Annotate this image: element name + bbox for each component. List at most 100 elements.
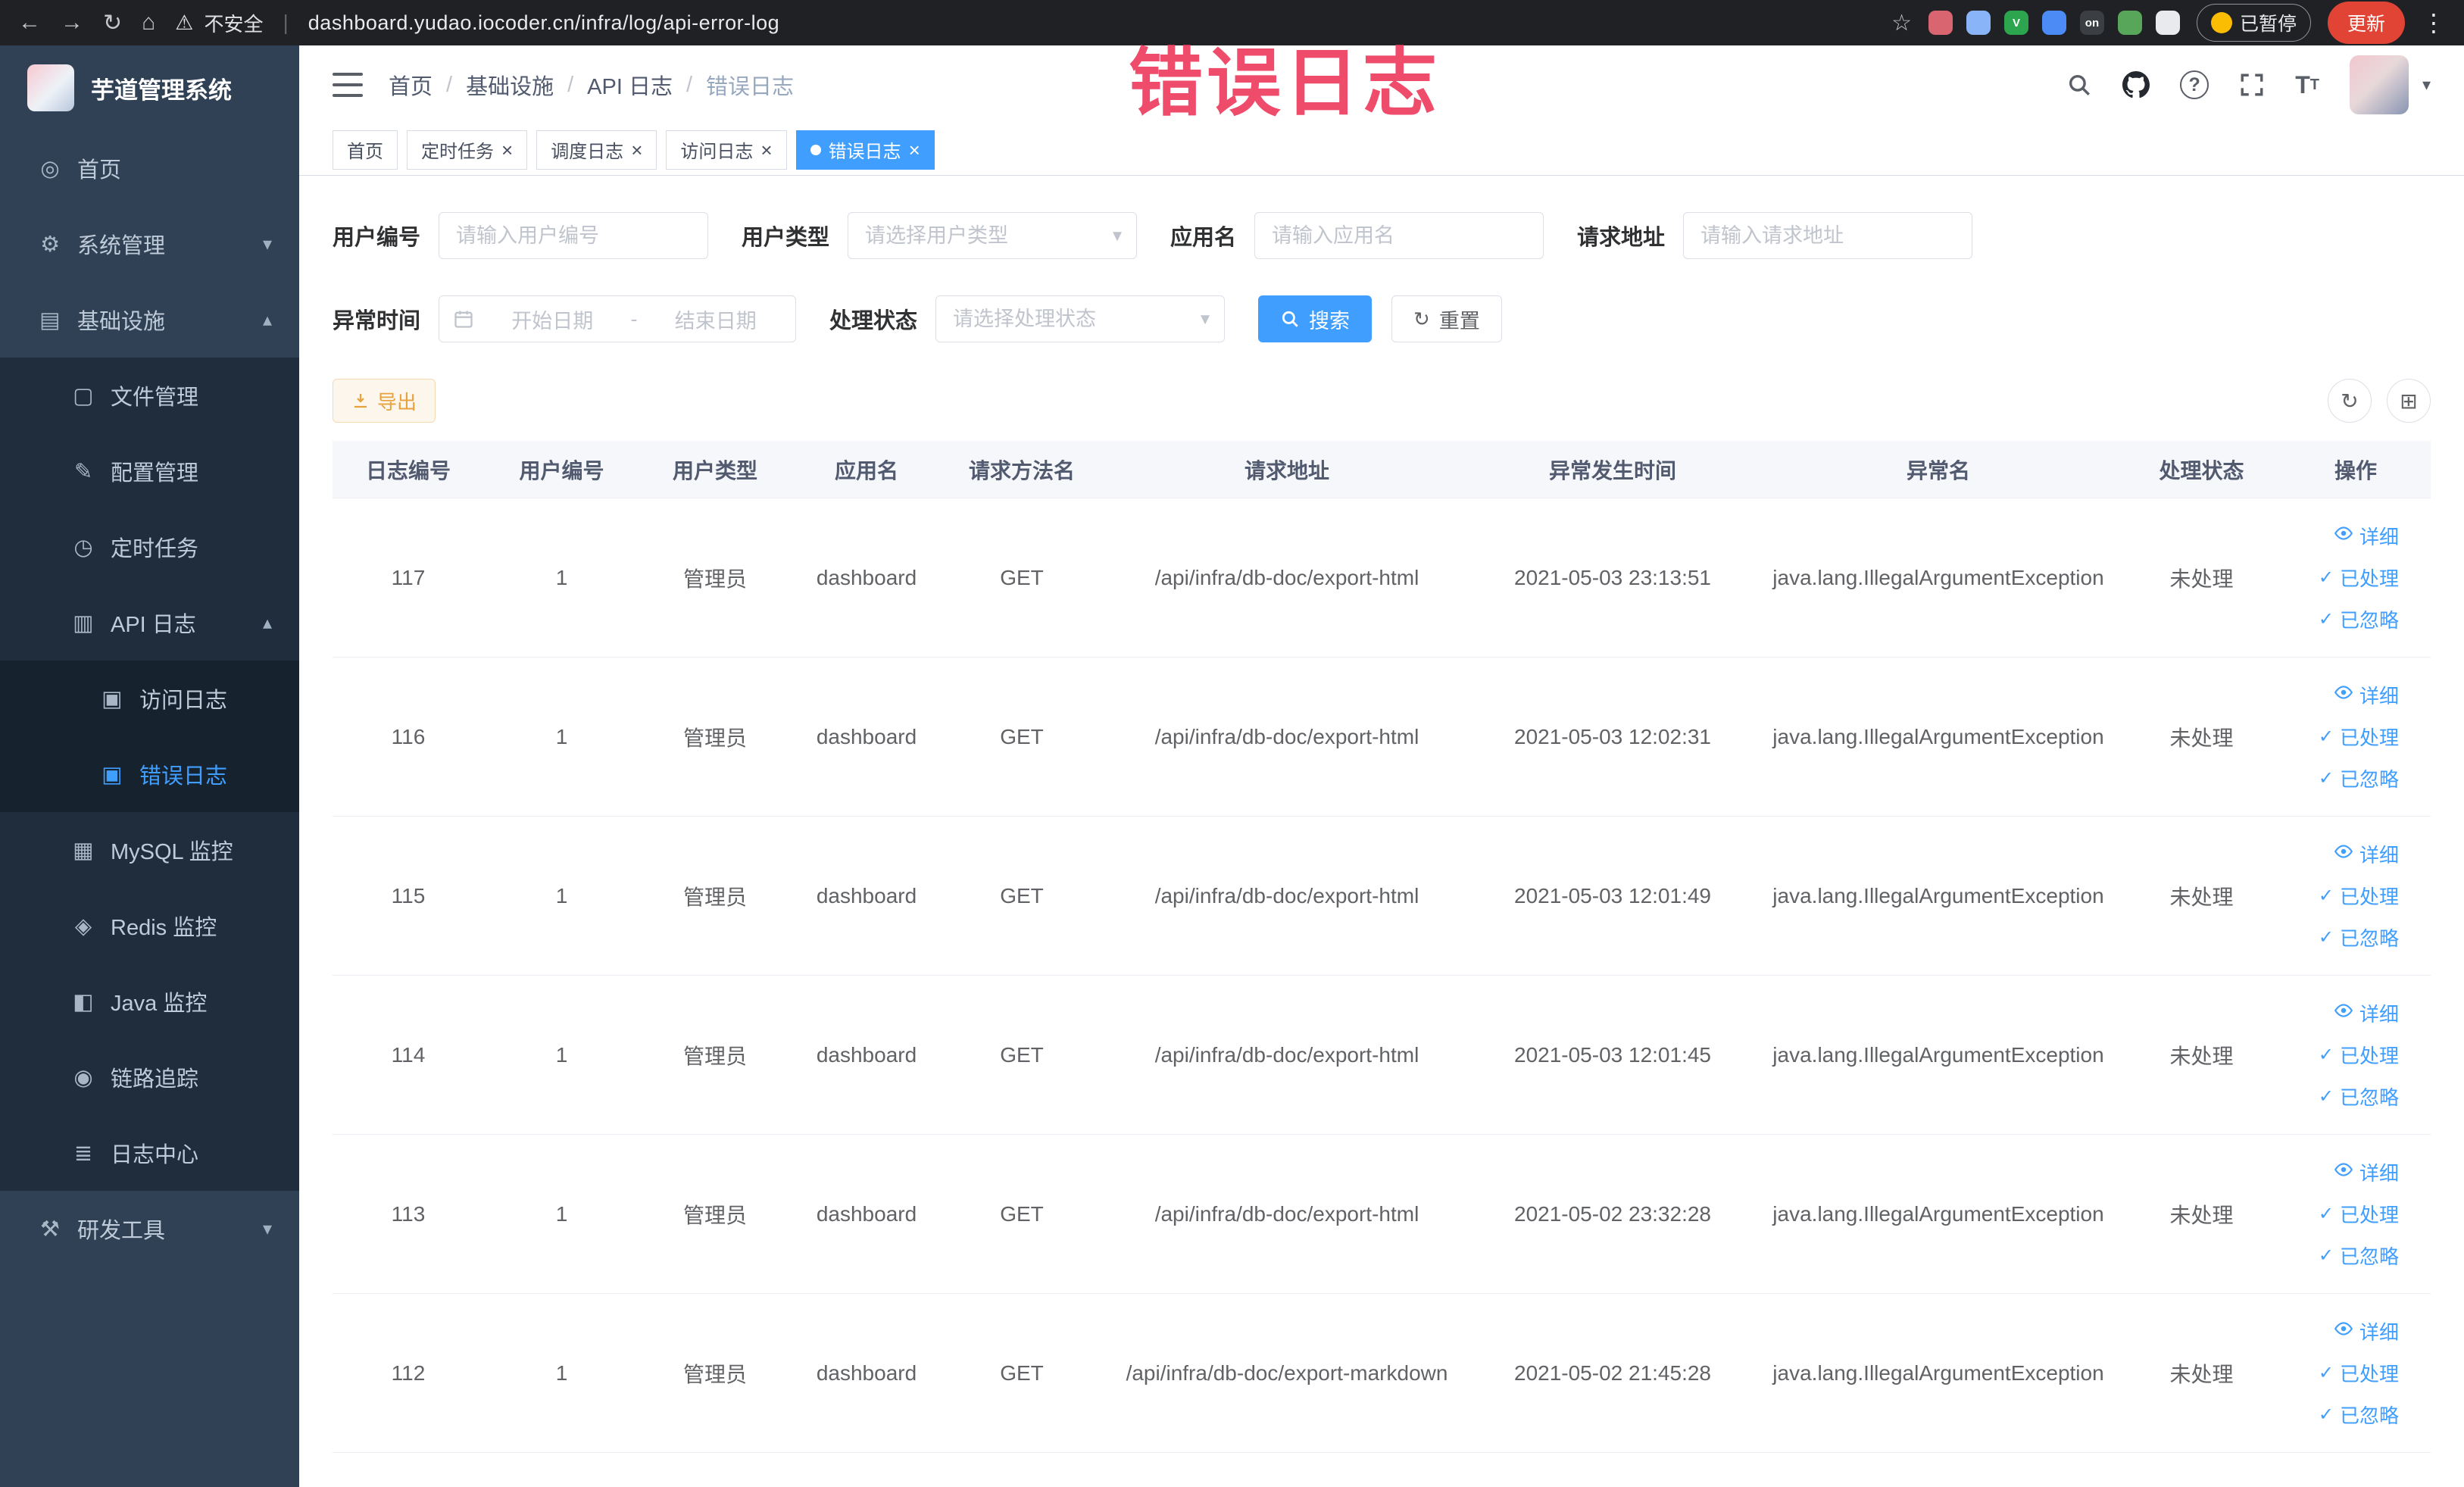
- reload-icon[interactable]: ↻: [103, 10, 122, 36]
- sidebar-item-file-management[interactable]: ▢ 文件管理: [0, 358, 299, 433]
- cell-app_name: dashboard: [816, 883, 917, 908]
- reset-button[interactable]: ↻ 重置: [1391, 295, 1502, 342]
- ignored-action-link[interactable]: ✓ 已忽略: [2319, 1082, 2399, 1111]
- processed-action-link[interactable]: ✓ 已处理: [2319, 1359, 2399, 1387]
- check-icon: ✓: [2318, 1404, 2334, 1425]
- collapse-sidebar-icon[interactable]: [333, 73, 363, 97]
- security-label[interactable]: 不安全: [204, 9, 263, 37]
- tab-access-log[interactable]: 访问日志 ×: [666, 130, 787, 170]
- tags-view-bar: 首页 定时任务 × 调度日志 × 访问日志 × 错误日志 ×: [299, 124, 2464, 176]
- fullscreen-icon[interactable]: [2239, 72, 2265, 98]
- user-type-select[interactable]: [848, 212, 1138, 259]
- ignored-action-link[interactable]: ✓ 已忽略: [2319, 605, 2399, 633]
- action-label: 已忽略: [2339, 1245, 2399, 1268]
- tab-error-log[interactable]: 错误日志 ×: [795, 130, 935, 170]
- sidebar-item-label: 首页: [77, 158, 122, 183]
- sidebar-item-log-center[interactable]: ≣ 日志中心: [0, 1115, 299, 1191]
- sidebar-item-infrastructure[interactable]: ▤ 基础设施 ▴: [0, 282, 299, 358]
- back-icon[interactable]: ←: [18, 10, 41, 36]
- check-icon: ✓: [2318, 1045, 2334, 1065]
- user-id-input[interactable]: [439, 212, 709, 259]
- extension-red-icon[interactable]: [1928, 11, 1953, 35]
- help-icon[interactable]: ?: [2180, 70, 2209, 99]
- sidebar-item-mysql-monitor[interactable]: ▦ MySQL 监控: [0, 812, 299, 888]
- tab-home[interactable]: 首页: [333, 130, 398, 170]
- bookmark-star-icon[interactable]: ☆: [1891, 10, 1912, 36]
- close-icon[interactable]: ×: [631, 140, 642, 160]
- processed-action-link[interactable]: ✓ 已处理: [2319, 723, 2399, 751]
- column-settings-button[interactable]: ⊞: [2387, 379, 2431, 423]
- search-icon[interactable]: [2066, 72, 2092, 98]
- home-icon[interactable]: ⌂: [142, 10, 155, 36]
- reset-button-label: 重置: [1438, 309, 1480, 333]
- process-status-select[interactable]: [935, 295, 1226, 342]
- sidebar-item-access-log[interactable]: ▣ 访问日志: [0, 661, 299, 736]
- processed-action-link[interactable]: ✓ 已处理: [2319, 1041, 2399, 1069]
- ignored-action-link[interactable]: ✓ 已忽略: [2319, 1242, 2399, 1270]
- github-icon[interactable]: [2122, 71, 2150, 98]
- app-logo[interactable]: 芋道管理系统: [0, 45, 299, 130]
- caret-down-icon[interactable]: ▾: [2422, 75, 2431, 95]
- detail-action-link[interactable]: 详细: [2334, 681, 2399, 709]
- paused-extension-badge[interactable]: 已暂停: [2196, 4, 2311, 42]
- sidebar-item-api-log[interactable]: ▥ API 日志 ▴: [0, 585, 299, 661]
- end-date-placeholder[interactable]: 结束日期: [650, 305, 782, 334]
- cell-exception: java.lang.IllegalArgumentException: [1772, 883, 2104, 908]
- detail-action-link[interactable]: 详细: [2334, 1158, 2399, 1186]
- processed-action-link[interactable]: ✓ 已处理: [2319, 564, 2399, 592]
- sidebar-item-home[interactable]: ◎ 首页: [0, 130, 299, 206]
- search-button[interactable]: 搜索: [1258, 295, 1373, 342]
- refresh-table-button[interactable]: ↻: [2328, 379, 2372, 423]
- font-size-icon[interactable]: TT: [2295, 71, 2319, 99]
- sidebar-item-config-management[interactable]: ✎ 配置管理: [0, 433, 299, 509]
- address-bar[interactable]: dashboard.yudao.iocoder.cn/infra/log/api…: [308, 11, 779, 35]
- cell-method: GET: [1000, 724, 1044, 748]
- tab-scheduled-jobs[interactable]: 定时任务 ×: [407, 130, 528, 170]
- extension-lightblue-icon[interactable]: [1966, 11, 1991, 35]
- date-range-picker[interactable]: 开始日期 - 结束日期: [439, 295, 797, 342]
- request-url-input[interactable]: [1683, 212, 1973, 259]
- tab-schedule-log[interactable]: 调度日志 ×: [536, 130, 657, 170]
- eye-icon: [2334, 1319, 2353, 1344]
- detail-action-link[interactable]: 详细: [2334, 1317, 2399, 1345]
- sidebar-item-redis-monitor[interactable]: ◈ Redis 监控: [0, 888, 299, 964]
- extension-on-badge-icon[interactable]: on: [2079, 11, 2104, 35]
- ignored-action-link[interactable]: ✓ 已忽略: [2319, 923, 2399, 951]
- extension-paw-icon[interactable]: [2155, 11, 2180, 35]
- close-icon[interactable]: ×: [909, 140, 920, 160]
- forward-icon[interactable]: →: [61, 10, 83, 36]
- extension-green-v-icon[interactable]: V: [2003, 11, 2028, 35]
- breadcrumb-item[interactable]: 首页: [389, 69, 433, 101]
- processed-action-link[interactable]: ✓ 已处理: [2319, 882, 2399, 910]
- sidebar-item-java-monitor[interactable]: ◧ Java 监控: [0, 964, 299, 1039]
- extension-green-leaf-icon[interactable]: [2117, 11, 2142, 35]
- breadcrumb-item[interactable]: API 日志: [587, 69, 673, 101]
- close-icon[interactable]: ×: [501, 140, 513, 160]
- export-button[interactable]: 导出: [333, 379, 436, 423]
- cell-time: 2021-05-03 12:01:45: [1514, 1042, 1711, 1067]
- close-icon[interactable]: ×: [760, 140, 772, 160]
- app-name-input[interactable]: [1254, 212, 1544, 259]
- detail-action-link[interactable]: 详细: [2334, 522, 2399, 550]
- detail-action-link[interactable]: 详细: [2334, 840, 2399, 868]
- breadcrumb-item[interactable]: 基础设施: [466, 69, 554, 101]
- ignored-action-link[interactable]: ✓ 已忽略: [2319, 764, 2399, 792]
- start-date-placeholder[interactable]: 开始日期: [486, 305, 619, 334]
- action-label: 已处理: [2339, 726, 2399, 749]
- browser-menu-icon[interactable]: ⋮: [2422, 8, 2446, 37]
- table-body: 117 1 管理员 dashboard GET/api/infra/db-doc/exp…: [333, 498, 2431, 1453]
- detail-action-link[interactable]: 详细: [2334, 999, 2399, 1027]
- sidebar-item-dev-tools[interactable]: ⚒ 研发工具 ▾: [0, 1191, 299, 1267]
- extension-blue-grid-icon[interactable]: [2041, 11, 2066, 35]
- user-avatar[interactable]: [2349, 55, 2409, 114]
- action-label: 详细: [2359, 1162, 2399, 1185]
- processed-action-link[interactable]: ✓ 已处理: [2319, 1200, 2399, 1228]
- ignored-action-link[interactable]: ✓ 已忽略: [2319, 1401, 2399, 1429]
- sidebar-item-error-log[interactable]: ▣ 错误日志: [0, 736, 299, 812]
- sidebar-item-system-management[interactable]: ⚙ 系统管理 ▾: [0, 206, 299, 282]
- update-button[interactable]: 更新: [2327, 2, 2405, 44]
- sidebar-item-scheduled-jobs[interactable]: ◷ 定时任务: [0, 509, 299, 585]
- cell-time: 2021-05-02 23:32:28: [1514, 1201, 1711, 1226]
- tools-icon: ⚒: [40, 1217, 60, 1242]
- sidebar-item-trace[interactable]: ◉ 链路追踪: [0, 1039, 299, 1115]
